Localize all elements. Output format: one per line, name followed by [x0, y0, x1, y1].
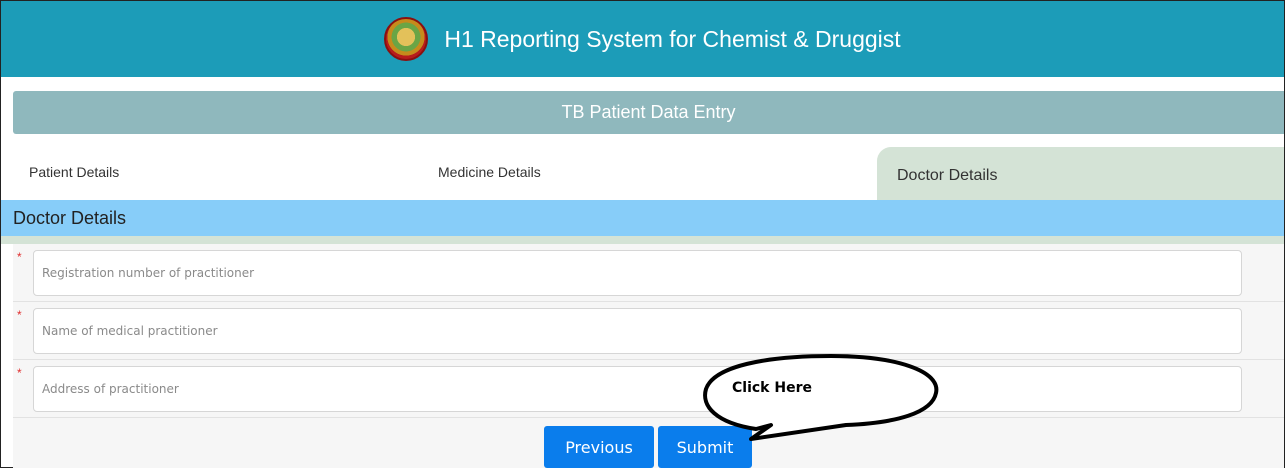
form-row: *	[13, 360, 1284, 418]
emblem-logo	[384, 17, 429, 61]
tab-bar: Patient Details Medicine Details Doctor …	[1, 147, 1284, 200]
form-row: *	[13, 244, 1284, 302]
page-title: TB Patient Data Entry	[13, 91, 1284, 134]
section-divider	[1, 236, 1284, 244]
speech-bubble-shape	[703, 354, 939, 441]
click-here-callout	[703, 354, 939, 441]
practitioner-name-input[interactable]	[33, 308, 1242, 354]
registration-number-input[interactable]	[33, 250, 1242, 296]
required-mark: *	[17, 250, 22, 264]
page-title-text: TB Patient Data Entry	[561, 102, 736, 122]
page-frame: H1 Reporting System for Chemist & Druggi…	[0, 0, 1285, 468]
app-header: H1 Reporting System for Chemist & Druggi…	[1, 1, 1284, 77]
tab-patient-details[interactable]: Patient Details	[29, 147, 119, 197]
section-title: Doctor Details	[13, 207, 127, 228]
required-mark: *	[17, 308, 22, 322]
app-title: H1 Reporting System for Chemist & Druggi…	[444, 25, 901, 52]
tab-medicine-details[interactable]: Medicine Details	[438, 147, 541, 197]
practitioner-address-input[interactable]	[33, 366, 1242, 412]
callout-text: Click Here	[732, 380, 812, 396]
section-header: Doctor Details	[1, 200, 1284, 236]
tab-doctor-details[interactable]: Doctor Details	[877, 147, 1284, 200]
form-row: *	[13, 302, 1284, 360]
required-mark: *	[17, 366, 22, 380]
previous-button[interactable]: Previous	[544, 426, 654, 468]
